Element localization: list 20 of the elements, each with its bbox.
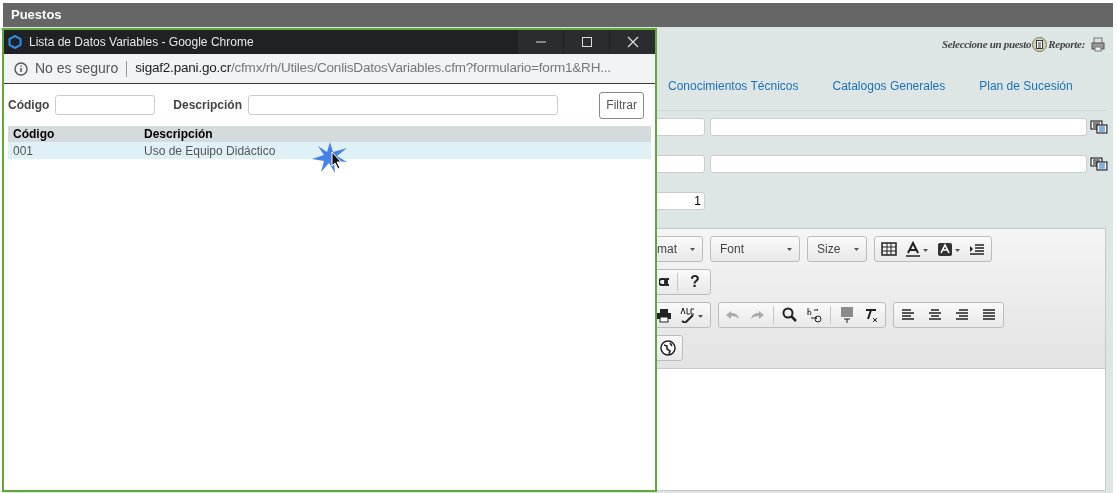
column-header: Descripción bbox=[144, 126, 213, 143]
security-label: No es seguro bbox=[35, 59, 119, 78]
header-text: Seleccione un puesto bbox=[941, 36, 1032, 52]
tab-link[interactable]: Catalogos Generales bbox=[832, 76, 946, 95]
table-cell-text: Uso de Equipo Didáctico bbox=[144, 142, 276, 160]
address-url[interactable]: sigaf2.pani.go.cr/cfmx/rh/Utiles/ConlisDatosVariables.cfm?formulario=form1&RH... bbox=[135, 58, 611, 79]
page-title: Puestos bbox=[11, 6, 62, 25]
filter-button[interactable]: Filtrar bbox=[599, 91, 644, 119]
filter-label: Descripción bbox=[173, 97, 243, 114]
popup-title: Lista de Datos Variables - Google Chrome bbox=[29, 34, 255, 51]
dropdown[interactable]: Size bbox=[807, 236, 867, 262]
column-header: Código bbox=[12, 126, 56, 143]
tab-link[interactable]: Conocimientos Técnicos bbox=[668, 76, 799, 95]
report-label: Reporte: bbox=[1048, 36, 1085, 52]
table-cell-text: 001 bbox=[12, 142, 35, 160]
table-row[interactable]: 001 Uso de Equipo Didáctico bbox=[8, 142, 651, 159]
tab-link[interactable]: Plan de Sucesión bbox=[979, 76, 1073, 95]
filter-label: Código bbox=[8, 97, 50, 114]
help-button[interactable]: ? bbox=[686, 270, 704, 294]
dropdown[interactable]: Font bbox=[710, 236, 800, 262]
